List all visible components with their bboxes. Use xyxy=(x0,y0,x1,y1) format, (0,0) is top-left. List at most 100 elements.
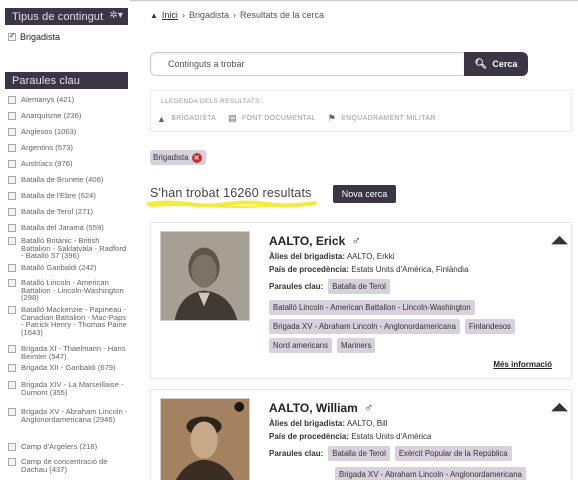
checkbox[interactable] xyxy=(8,144,16,152)
keyword-filter-item[interactable]: Anarquisme (236) xyxy=(8,112,128,120)
legend-label: FONT DOCUMENTAL xyxy=(241,115,316,122)
checkbox[interactable] xyxy=(8,279,16,287)
keywords-row: Paraules clau: Batalla de Terol Exèrcit … xyxy=(269,446,568,461)
keyword-filter-label: Anglesos (1063) xyxy=(21,127,77,136)
filter-item-brigadista[interactable]: Brigadista xyxy=(8,31,60,42)
checkbox[interactable] xyxy=(8,443,16,451)
keyword-filter-label: Batalló Lincoln - American Battalion - L… xyxy=(21,278,124,303)
checkbox[interactable] xyxy=(8,112,16,120)
keywords-title: Paraules clau xyxy=(12,75,80,87)
keyword-filter-item[interactable]: Anglesos (1063) xyxy=(8,128,128,136)
gear-icon[interactable]: ✲▾ xyxy=(109,10,123,21)
brigadista-photo[interactable] xyxy=(160,231,250,321)
alias-value: AALTO, Bill xyxy=(346,419,388,428)
keyword-filter-label: Batalla de Terol (271) xyxy=(21,207,94,216)
keyword-filter-item[interactable]: Camp de concentració de Dachau (437) xyxy=(8,458,128,473)
keyword-filter-label: Batalló Mackenzie - Papineau - Canadian … xyxy=(21,305,127,337)
keyword-filter-item[interactable]: Batalló Lincoln - American Battalion - L… xyxy=(8,279,128,302)
country-label: País de procedència: xyxy=(269,432,350,441)
checkbox[interactable] xyxy=(8,192,16,200)
keyword-filter-label: Camp d'Argelers (218) xyxy=(21,442,98,451)
country-row: País de procedència: Estats Units d'Amèr… xyxy=(269,432,431,441)
keyword-filter-item[interactable]: Austríacs (976) xyxy=(8,160,128,168)
keyword-filter-item[interactable]: Brigada XIV - La Marseillaise - Dumont (… xyxy=(8,381,128,396)
breadcrumb-home[interactable]: Inici xyxy=(162,10,178,20)
keyword-tag[interactable]: Batalla de Terol xyxy=(328,446,390,461)
keyword-filter-item[interactable]: Brigada XI - Thaelmann - Hans Beimler (5… xyxy=(8,345,128,360)
checkbox[interactable] xyxy=(8,128,16,136)
legend-item-brigadista: ▲ BRIGADISTA xyxy=(157,113,216,124)
checkbox[interactable] xyxy=(8,176,16,184)
checkbox[interactable] xyxy=(8,31,16,41)
portrait-image xyxy=(161,399,249,480)
keyword-filter-item[interactable]: Alemanys (421) xyxy=(8,96,128,104)
keyword-tag[interactable]: Mariners xyxy=(337,338,376,353)
breadcrumb-current: Resultats de la cerca xyxy=(239,10,325,20)
alias-label: Àlies del brigadista: xyxy=(269,252,346,261)
remove-filter-icon[interactable]: ✕ xyxy=(191,152,202,163)
search-icon: 🔍︎ xyxy=(474,58,488,70)
content-type-header[interactable]: Tipus de contingut ✲▾ xyxy=(5,8,128,25)
search-button-label: Cerca xyxy=(492,59,518,69)
legend-label: ENQUADRAMENT MILITAR xyxy=(341,115,436,122)
keyword-filter-label: Brigada XI - Thaelmann - Hans Beimler (5… xyxy=(21,344,126,361)
keywords-label: Paraules clau: xyxy=(269,449,324,458)
keyword-filter-item[interactable]: Brigada XII - Garibaldi (679) xyxy=(8,364,128,372)
keyword-filter-item[interactable]: Batalló Britànic - British Battalion - S… xyxy=(8,237,128,260)
keyword-tag[interactable]: Nord americans xyxy=(269,338,333,353)
brigadista-name[interactable]: AALTO, William ♂ xyxy=(269,400,374,415)
flag-icon: ⚑ xyxy=(327,113,337,123)
keyword-filter-item[interactable]: Argentins (573) xyxy=(8,144,128,152)
search-input[interactable] xyxy=(150,52,465,76)
checkbox[interactable] xyxy=(8,345,16,353)
keyword-filter-item[interactable]: Batalló Garibaldi (242) xyxy=(8,264,128,272)
keyword-filter-label: Brigada XV - Abraham Lincoln - Anglonord… xyxy=(21,407,128,424)
checkbox[interactable] xyxy=(8,364,16,372)
keyword-tag[interactable]: Exèrcit Popular de la República xyxy=(394,446,512,461)
keyword-filter-item[interactable]: Batalla de l'Ebre (624) xyxy=(8,192,128,200)
breadcrumb: ▲ Inici › Brigadista › Resultats de la c… xyxy=(150,10,324,20)
checkbox[interactable] xyxy=(8,264,16,272)
keyword-filter-label: Brigada XIV - La Marseillaise - Dumont (… xyxy=(21,380,124,397)
keyword-filter-label: Argentins (573) xyxy=(21,143,73,152)
home-icon[interactable]: ▲ xyxy=(150,11,158,20)
keyword-filter-item[interactable]: Brigada XV - Abraham Lincoln - Anglonord… xyxy=(8,408,128,423)
checkbox[interactable] xyxy=(8,306,16,314)
keyword-filter-item[interactable]: Camp d'Argelers (218) xyxy=(8,443,128,451)
keyword-filter-item[interactable]: Batalló Mackenzie - Papineau - Canadian … xyxy=(8,306,128,336)
keyword-filter-item[interactable]: Batalla del Jarama (559) xyxy=(8,224,128,232)
alias-row: Àlies del brigadista: AALTO, Erkki xyxy=(269,252,395,261)
breadcrumb-separator: › xyxy=(181,10,185,20)
brigadista-name[interactable]: AALTO, Erick ♂ xyxy=(269,233,361,248)
keyword-tag[interactable]: Brigada XV - Abraham Lincoln - Anglonord… xyxy=(335,467,526,480)
breadcrumb-section[interactable]: Brigadista xyxy=(189,10,229,20)
more-info-link[interactable]: Més informació xyxy=(493,360,552,369)
checkbox[interactable] xyxy=(8,96,16,104)
checkbox[interactable] xyxy=(8,224,16,232)
keyword-tag[interactable]: Batalla de Terol xyxy=(328,279,390,294)
brigadista-icon: ▲ xyxy=(157,113,167,124)
alias-label: Àlies del brigadista: xyxy=(269,419,346,428)
keyword-tags: Batalló Lincoln - American Battalion - L… xyxy=(269,300,559,353)
brigadista-photo[interactable] xyxy=(160,398,250,480)
checkbox[interactable] xyxy=(8,208,16,216)
checkbox[interactable] xyxy=(8,160,16,168)
keyword-filter-label: Batalla del Jarama (559) xyxy=(21,223,104,232)
keyword-filter-label: Batalla de Brunete (406) xyxy=(21,175,104,184)
search-button[interactable]: 🔍︎ Cerca xyxy=(464,52,528,76)
highlight-underline xyxy=(147,200,317,208)
alias-row: Àlies del brigadista: AALTO, Bill xyxy=(269,419,387,428)
country-value: Estats Units d'Amèrica, Finlàndia xyxy=(351,265,469,274)
keyword-filter-item[interactable]: Batalla de Brunete (406) xyxy=(8,176,128,184)
checkbox[interactable] xyxy=(8,408,16,416)
keyword-tag[interactable]: Batalló Lincoln - American Battalion - L… xyxy=(269,300,475,315)
checkbox[interactable] xyxy=(8,381,16,389)
legend-item-document: ▤ FONT DOCUMENTAL xyxy=(228,113,316,124)
keyword-tag[interactable]: Finlandesos xyxy=(464,319,515,334)
keyword-tag[interactable]: Brigada XV - Abraham Lincoln - Anglonord… xyxy=(269,319,460,334)
checkbox[interactable] xyxy=(8,237,16,245)
checkbox[interactable] xyxy=(8,458,16,466)
new-search-button[interactable]: Nova cerca xyxy=(333,185,396,203)
active-filter-tag: Brigadista ✕ xyxy=(150,150,206,165)
keyword-filter-item[interactable]: Batalla de Terol (271) xyxy=(8,208,128,216)
